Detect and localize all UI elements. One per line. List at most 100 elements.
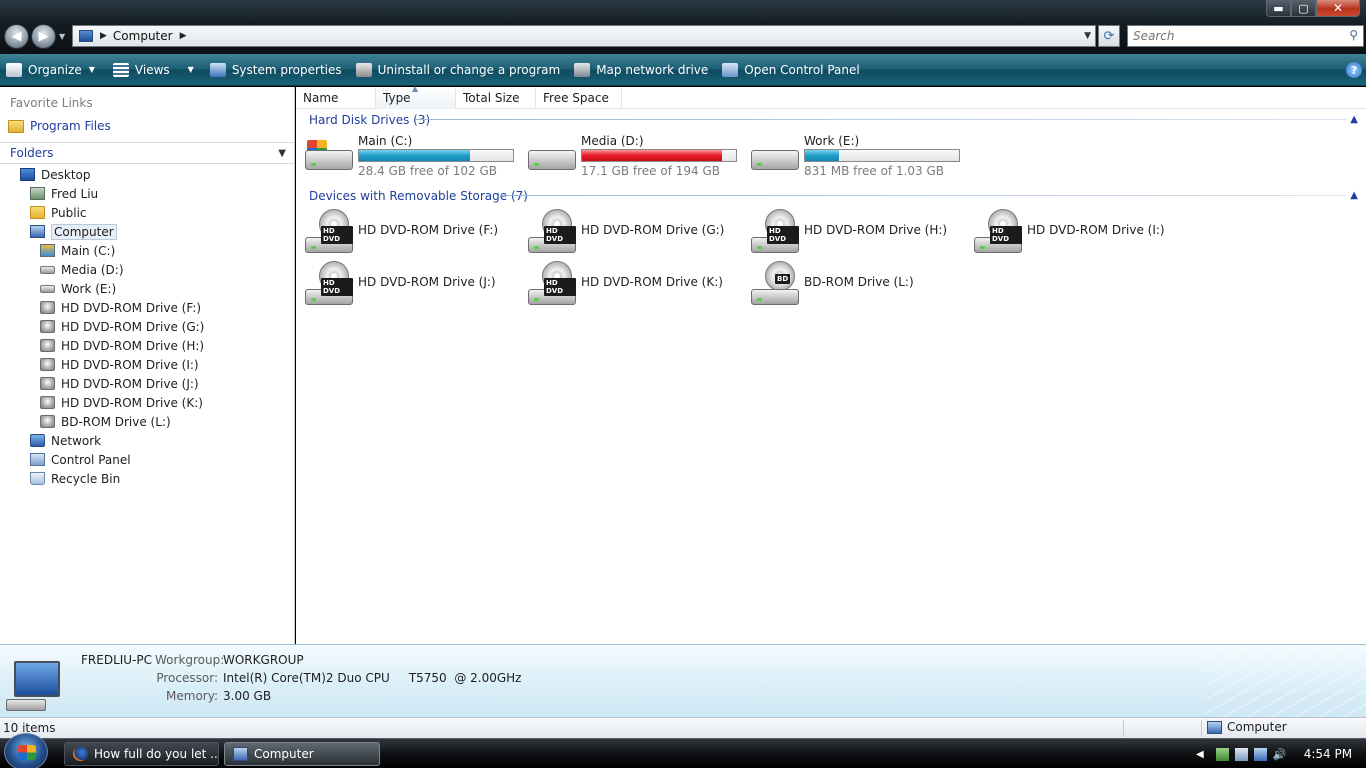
drive-name: BD-ROM Drive (L:) bbox=[804, 275, 914, 289]
title-bar: ▬ ▢ ✕ ◀ ▶ ▼ ▶ Computer ▶ ▼ ⟳ ⚲ bbox=[0, 0, 1366, 54]
address-history-dropdown[interactable]: ▼ bbox=[1084, 31, 1091, 41]
search-box[interactable]: ⚲ bbox=[1127, 25, 1364, 47]
tree-item-public[interactable]: Public bbox=[30, 203, 87, 222]
chevron-down-icon[interactable]: ▼ bbox=[278, 148, 286, 159]
tree-item-computer[interactable]: Computer bbox=[30, 222, 117, 241]
organize-menu[interactable]: Organize ▼ bbox=[0, 55, 101, 85]
network-connection-icon[interactable] bbox=[1253, 747, 1267, 761]
drive-free-space: 28.4 GB free of 102 GB bbox=[358, 164, 497, 178]
tree-item-drive-j[interactable]: HD DVD-ROM Drive (J:) bbox=[40, 374, 199, 393]
search-icon[interactable]: ⚲ bbox=[1349, 28, 1358, 42]
device-icon[interactable] bbox=[1234, 747, 1248, 761]
forward-arrow-icon: ▶ bbox=[38, 29, 49, 44]
windows-logo-icon bbox=[18, 745, 36, 760]
column-header-type[interactable]: ▲ Type bbox=[376, 84, 456, 109]
group-header-hard-disk-drives[interactable]: Hard Disk Drives (3) bbox=[309, 112, 430, 128]
breadcrumb-separator-icon[interactable]: ▶ bbox=[100, 31, 107, 41]
folders-header[interactable]: Folders ▼ bbox=[0, 142, 294, 164]
column-header-total-size[interactable]: Total Size bbox=[456, 87, 536, 109]
tree-item-drive-f[interactable]: HD DVD-ROM Drive (F:) bbox=[40, 298, 201, 317]
drive-tile-hd-dvd-f[interactable]: HD DVD HD DVD-ROM Drive (F:) bbox=[305, 209, 525, 257]
forward-button[interactable]: ▶ bbox=[31, 24, 56, 49]
chevron-up-icon[interactable]: ▲ bbox=[1350, 114, 1358, 125]
details-pane: FREDLIU-PC Workgroup: WORKGROUP Processo… bbox=[0, 644, 1366, 717]
drive-tile-main-c[interactable]: Main (C:) 28.4 GB free of 102 GB bbox=[305, 132, 520, 178]
system-properties-button[interactable]: System properties bbox=[204, 55, 348, 85]
column-header-free-space[interactable]: Free Space bbox=[536, 87, 622, 109]
tree-item-recycle-bin[interactable]: Recycle Bin bbox=[30, 469, 120, 488]
breadcrumb-computer[interactable]: Computer bbox=[113, 29, 173, 43]
clock[interactable]: 4:54 PM bbox=[1304, 747, 1352, 761]
drive-tile-hd-dvd-j[interactable]: HD DVD HD DVD-ROM Drive (J:) bbox=[305, 261, 525, 309]
optical-drive-icon: HD DVD bbox=[528, 209, 576, 257]
folder-icon bbox=[8, 119, 24, 133]
close-button[interactable]: ✕ bbox=[1316, 0, 1360, 17]
tree-item-fred-liu[interactable]: Fred Liu bbox=[30, 184, 98, 203]
drive-tile-hd-dvd-k[interactable]: HD DVD HD DVD-ROM Drive (K:) bbox=[528, 261, 748, 309]
favorite-link-label: Program Files bbox=[30, 119, 111, 133]
minimize-button[interactable]: ▬ bbox=[1266, 0, 1291, 17]
navigation-pane: Favorite Links Program Files Folders ▼ D… bbox=[0, 87, 295, 644]
network-icon bbox=[30, 434, 45, 447]
views-menu[interactable]: Views ▼ bbox=[107, 55, 200, 85]
drive-tile-bd-rom-l[interactable]: BD BD-ROM Drive (L:) bbox=[751, 261, 971, 309]
drive-tile-work-e[interactable]: Work (E:) 831 MB free of 1.03 GB bbox=[751, 132, 966, 178]
column-header-name[interactable]: Name bbox=[296, 87, 376, 109]
tree-item-control-panel[interactable]: Control Panel bbox=[30, 450, 131, 469]
address-bar[interactable]: ▶ Computer ▶ ▼ bbox=[72, 25, 1096, 47]
tree-item-network[interactable]: Network bbox=[30, 431, 101, 450]
maximize-button[interactable]: ▢ bbox=[1291, 0, 1316, 17]
drive-tile-media-d[interactable]: Media (D:) 17.1 GB free of 194 GB bbox=[528, 132, 743, 178]
optical-drive-icon bbox=[40, 320, 55, 333]
open-control-panel-button[interactable]: Open Control Panel bbox=[716, 55, 865, 85]
chevron-up-icon[interactable]: ▲ bbox=[1350, 190, 1358, 201]
group-header-removable-storage[interactable]: Devices with Removable Storage (7) bbox=[309, 188, 528, 204]
favorite-links-heading: Favorite Links bbox=[10, 96, 93, 110]
favorite-link-program-files[interactable]: Program Files bbox=[8, 119, 111, 133]
search-input[interactable] bbox=[1128, 26, 1338, 46]
chevron-down-icon: ▼ bbox=[187, 65, 194, 74]
recent-pages-dropdown[interactable]: ▼ bbox=[59, 32, 65, 41]
start-button[interactable] bbox=[4, 733, 48, 768]
drive-name: HD DVD-ROM Drive (J:) bbox=[358, 275, 496, 289]
back-button[interactable]: ◀ bbox=[4, 24, 29, 49]
drive-name: HD DVD-ROM Drive (K:) bbox=[581, 275, 723, 289]
network-status-icon[interactable] bbox=[1215, 747, 1229, 761]
refresh-button[interactable]: ⟳ bbox=[1098, 25, 1120, 47]
hard-drive-icon bbox=[40, 284, 55, 293]
command-bar: Organize ▼ Views ▼ System properties Uni… bbox=[0, 54, 1366, 86]
tree-item-main-c[interactable]: Main (C:) bbox=[40, 241, 115, 260]
drive-tile-hd-dvd-g[interactable]: HD DVD HD DVD-ROM Drive (G:) bbox=[528, 209, 748, 257]
disc-format-label: HD DVD bbox=[321, 226, 353, 244]
tree-item-drive-i[interactable]: HD DVD-ROM Drive (I:) bbox=[40, 355, 199, 374]
taskbar-button-firefox[interactable]: How full do you let ... bbox=[64, 742, 219, 766]
system-drive-icon bbox=[305, 140, 353, 172]
tree-item-work-e[interactable]: Work (E:) bbox=[40, 279, 116, 298]
folder-icon bbox=[30, 206, 45, 219]
status-bar: 10 items Computer bbox=[0, 717, 1366, 738]
tree-item-media-d[interactable]: Media (D:) bbox=[40, 260, 124, 279]
disc-format-label: HD DVD bbox=[544, 226, 576, 244]
drive-tile-hd-dvd-i[interactable]: HD DVD HD DVD-ROM Drive (I:) bbox=[974, 209, 1194, 257]
programs-icon bbox=[355, 62, 372, 77]
help-button[interactable]: ? bbox=[1346, 62, 1362, 78]
drive-tile-hd-dvd-h[interactable]: HD DVD HD DVD-ROM Drive (H:) bbox=[751, 209, 971, 257]
tree-item-drive-k[interactable]: HD DVD-ROM Drive (K:) bbox=[40, 393, 203, 412]
tree-item-drive-h[interactable]: HD DVD-ROM Drive (H:) bbox=[40, 336, 204, 355]
breadcrumb-separator-icon[interactable]: ▶ bbox=[180, 31, 187, 41]
drive-free-space: 17.1 GB free of 194 GB bbox=[581, 164, 720, 178]
tree-item-drive-l[interactable]: BD-ROM Drive (L:) bbox=[40, 412, 171, 431]
processor-label: Processor: bbox=[156, 671, 218, 685]
volume-icon[interactable]: 🔊 bbox=[1273, 748, 1287, 761]
map-network-drive-button[interactable]: Map network drive bbox=[568, 55, 714, 85]
drive-name: Main (C:) bbox=[358, 134, 413, 148]
tree-item-drive-g[interactable]: HD DVD-ROM Drive (G:) bbox=[40, 317, 204, 336]
computer-icon bbox=[233, 747, 248, 761]
tree-item-desktop[interactable]: Desktop bbox=[20, 165, 91, 184]
chevron-left-icon[interactable]: ◀ bbox=[1196, 749, 1204, 760]
optical-drive-icon bbox=[40, 358, 55, 371]
help-icon: ? bbox=[1350, 63, 1358, 77]
taskbar-button-computer[interactable]: Computer bbox=[224, 742, 380, 766]
capacity-bar-fill bbox=[359, 150, 470, 161]
uninstall-program-button[interactable]: Uninstall or change a program bbox=[350, 55, 567, 85]
